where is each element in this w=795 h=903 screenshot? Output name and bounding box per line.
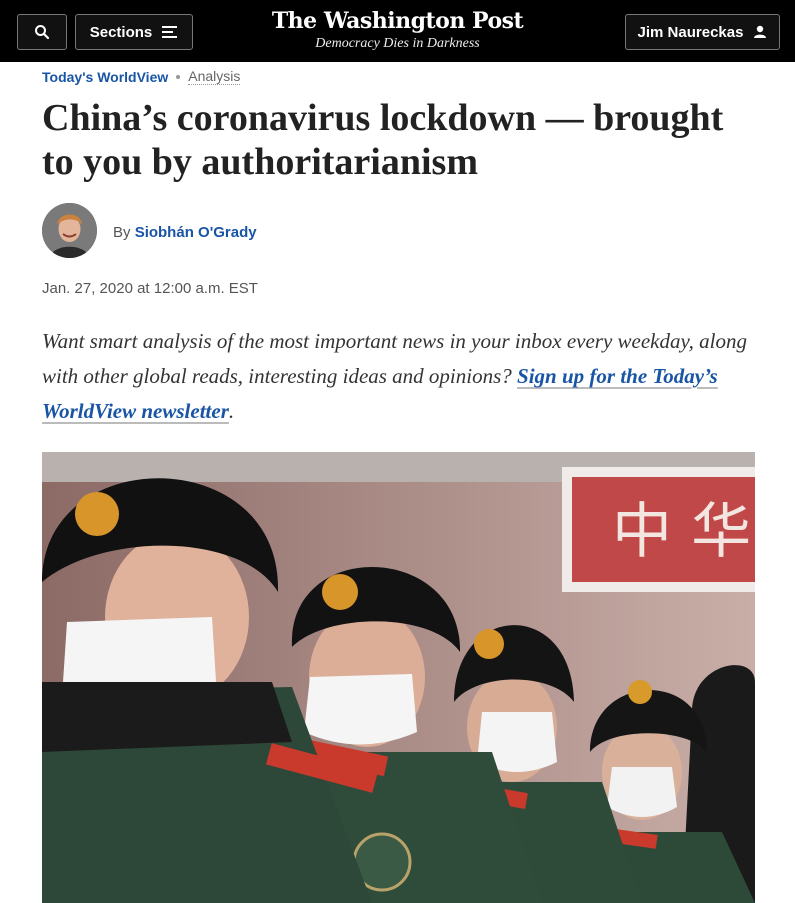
publish-date: Jan. 27, 2020 at 12:00 a.m. EST (42, 280, 258, 297)
author-link[interactable]: Siobhán O'Grady (135, 224, 257, 241)
hamburger-icon (162, 26, 178, 38)
analysis-label[interactable]: Analysis (188, 68, 241, 85)
sections-menu-button[interactable]: Sections (75, 14, 193, 50)
brand-tagline: Democracy Dies in Darkness (315, 36, 480, 51)
search-button[interactable] (17, 14, 67, 50)
masthead-logo[interactable]: The Washington Post Democracy Dies in Da… (260, 8, 535, 52)
byline: By Siobhán O'Grady (113, 224, 257, 241)
byline-prefix: By (113, 224, 131, 241)
kicker-separator (176, 74, 181, 79)
promo-end: . (228, 399, 235, 423)
top-navigation-bar: Sections The Washington Post Democracy D… (0, 0, 795, 62)
newsletter-promo: Want smart analysis of the most importan… (42, 324, 762, 429)
article-headline: China’s coronavirus lockdown — brought t… (42, 97, 724, 183)
account-button[interactable]: Jim Naureckas (625, 14, 780, 50)
lead-photo-illustration: 中 华 (42, 452, 755, 903)
brand-title: The Washington Post (271, 8, 524, 34)
user-icon (754, 25, 767, 38)
sections-label: Sections (89, 23, 153, 41)
lead-photo: 中 华 (42, 452, 755, 903)
article-kicker: Today's WorldView Analysis (42, 68, 241, 85)
user-name: Jim Naureckas (637, 23, 744, 41)
author-avatar[interactable] (42, 203, 97, 258)
sign-text: 中 华 (612, 497, 751, 567)
search-icon (35, 25, 50, 40)
section-link[interactable]: Today's WorldView (42, 69, 168, 85)
